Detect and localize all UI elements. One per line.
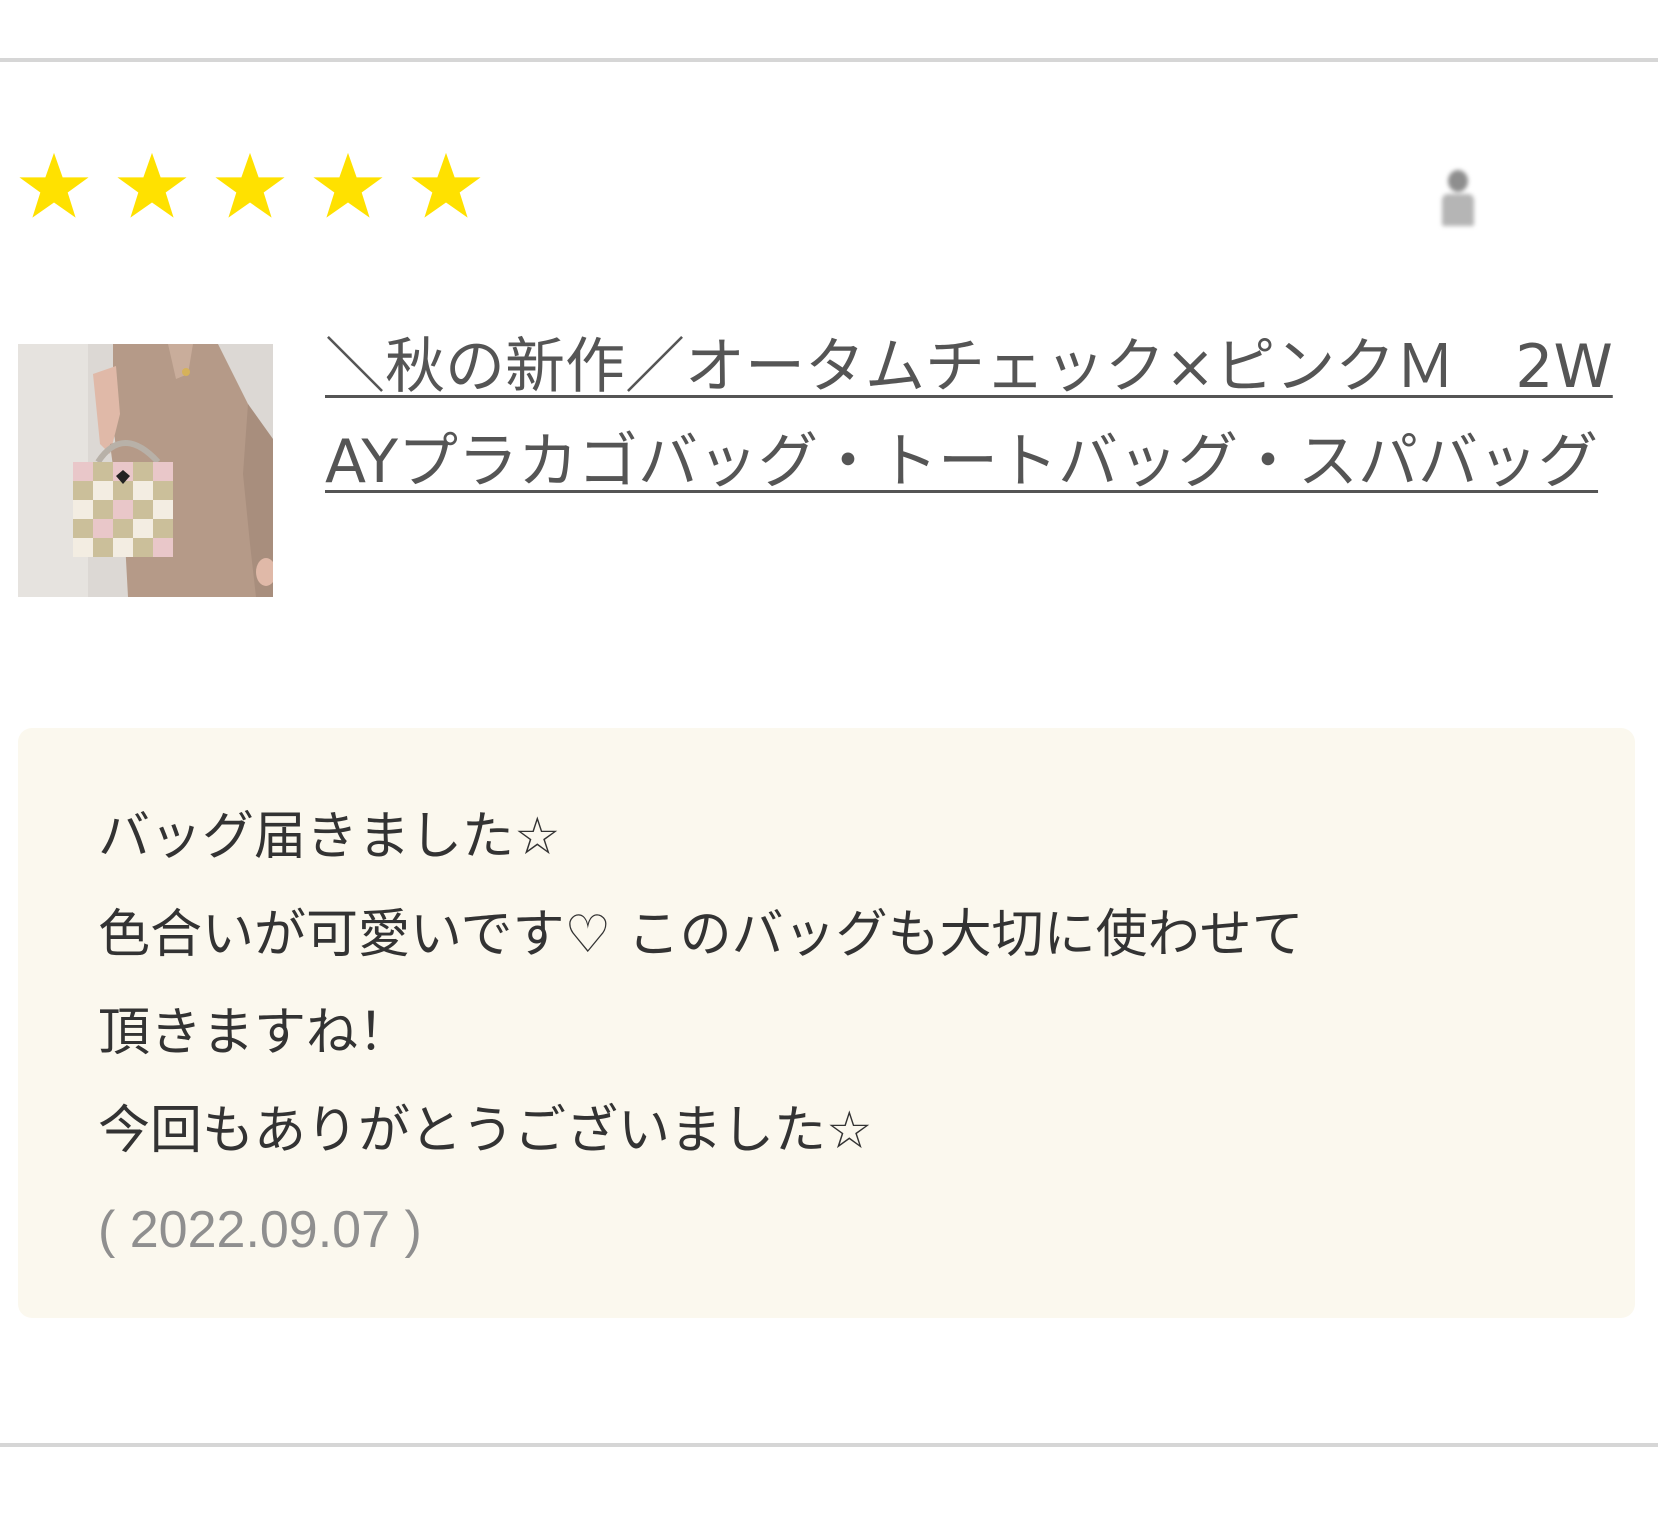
star-icon [410,150,482,222]
product-photo-icon [18,344,273,597]
reviewer-info [1438,163,1588,233]
star-icon [214,150,286,222]
review-body: バッグ届きました☆ 色合いが可愛いです♡ このバッグも大切に使わせて 頂きますね… [18,728,1635,1318]
review-text-line: バッグ届きました☆ [98,807,561,867]
product-title-link[interactable]: ＼秋の新作／オータムチェック×ピンクＭ 2WAYプラカゴバッグ・トートバッグ・ス… [325,320,1620,510]
review-date: ( 2022.09.07 ) [98,1201,422,1259]
review-text-line: 今回もありがとうございました☆ [98,1101,873,1161]
user-silhouette-icon [1438,168,1476,228]
star-icon [312,150,384,222]
product-thumbnail[interactable] [18,344,273,597]
star-icon [116,150,188,222]
review-text-line: 色合いが可愛いです♡ このバッグも大切に使わせて [98,905,1304,965]
star-icon [18,150,90,222]
review-text-line: 頂きますね！ [98,1003,411,1063]
rating-stars [18,150,482,230]
bottom-divider [0,1443,1658,1447]
top-divider [0,58,1658,62]
